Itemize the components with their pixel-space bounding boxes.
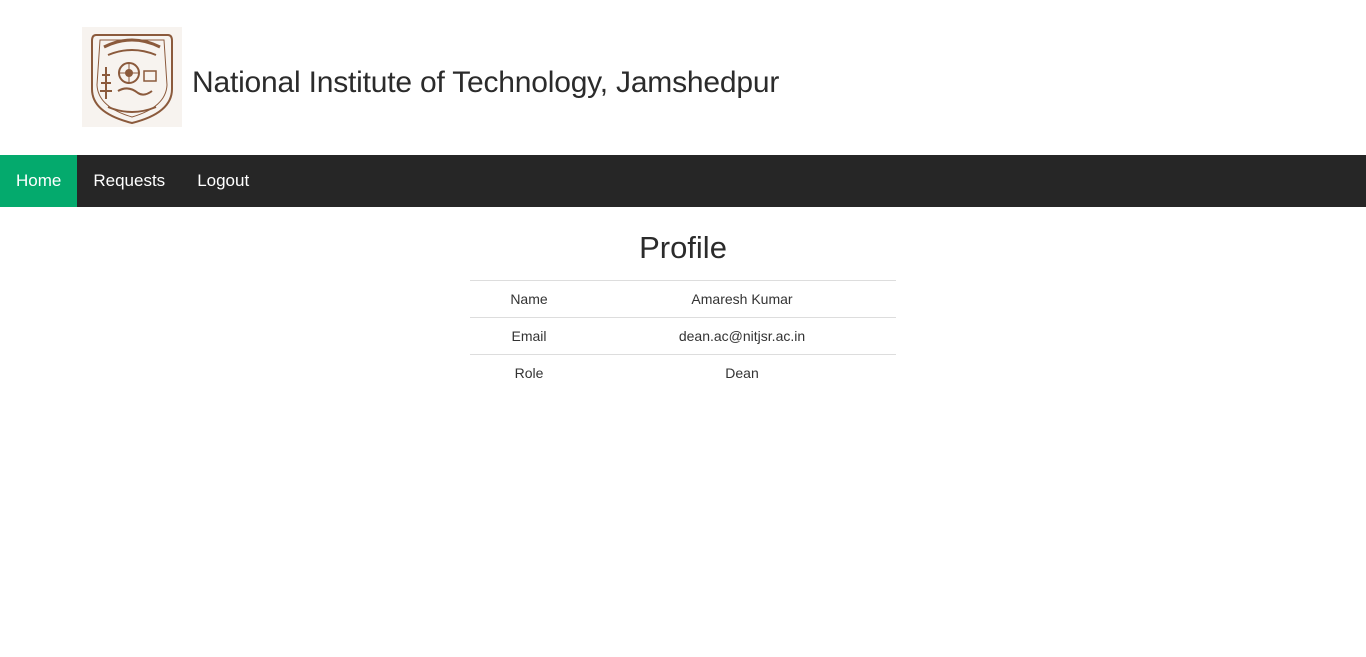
profile-table: Name Amaresh Kumar Email dean.ac@nitjsr.… bbox=[470, 280, 896, 391]
table-row: Name Amaresh Kumar bbox=[470, 280, 896, 318]
role-label: Role bbox=[514, 365, 544, 381]
role-value: Dean bbox=[725, 365, 759, 381]
table-row: Email dean.ac@nitjsr.ac.in bbox=[470, 317, 896, 355]
institute-logo-icon bbox=[82, 27, 182, 127]
site-header: National Institute of Technology, Jamshe… bbox=[0, 0, 1366, 155]
email-label: Email bbox=[511, 328, 547, 344]
nav-item-home[interactable]: Home bbox=[0, 155, 78, 207]
name-label: Name bbox=[510, 291, 548, 307]
name-value: Amaresh Kumar bbox=[691, 291, 793, 307]
main-content: Profile Name Amaresh Kumar Email dean.ac… bbox=[0, 207, 1366, 391]
main-navbar: Home Requests Logout bbox=[0, 155, 1366, 207]
table-row: Role Dean bbox=[470, 354, 896, 392]
nav-item-requests[interactable]: Requests bbox=[77, 155, 181, 207]
page-title: Profile bbox=[639, 230, 727, 265]
email-value: dean.ac@nitjsr.ac.in bbox=[678, 328, 806, 344]
site-title: National Institute of Technology, Jamshe… bbox=[192, 66, 780, 99]
nav-item-logout[interactable]: Logout bbox=[181, 155, 265, 207]
